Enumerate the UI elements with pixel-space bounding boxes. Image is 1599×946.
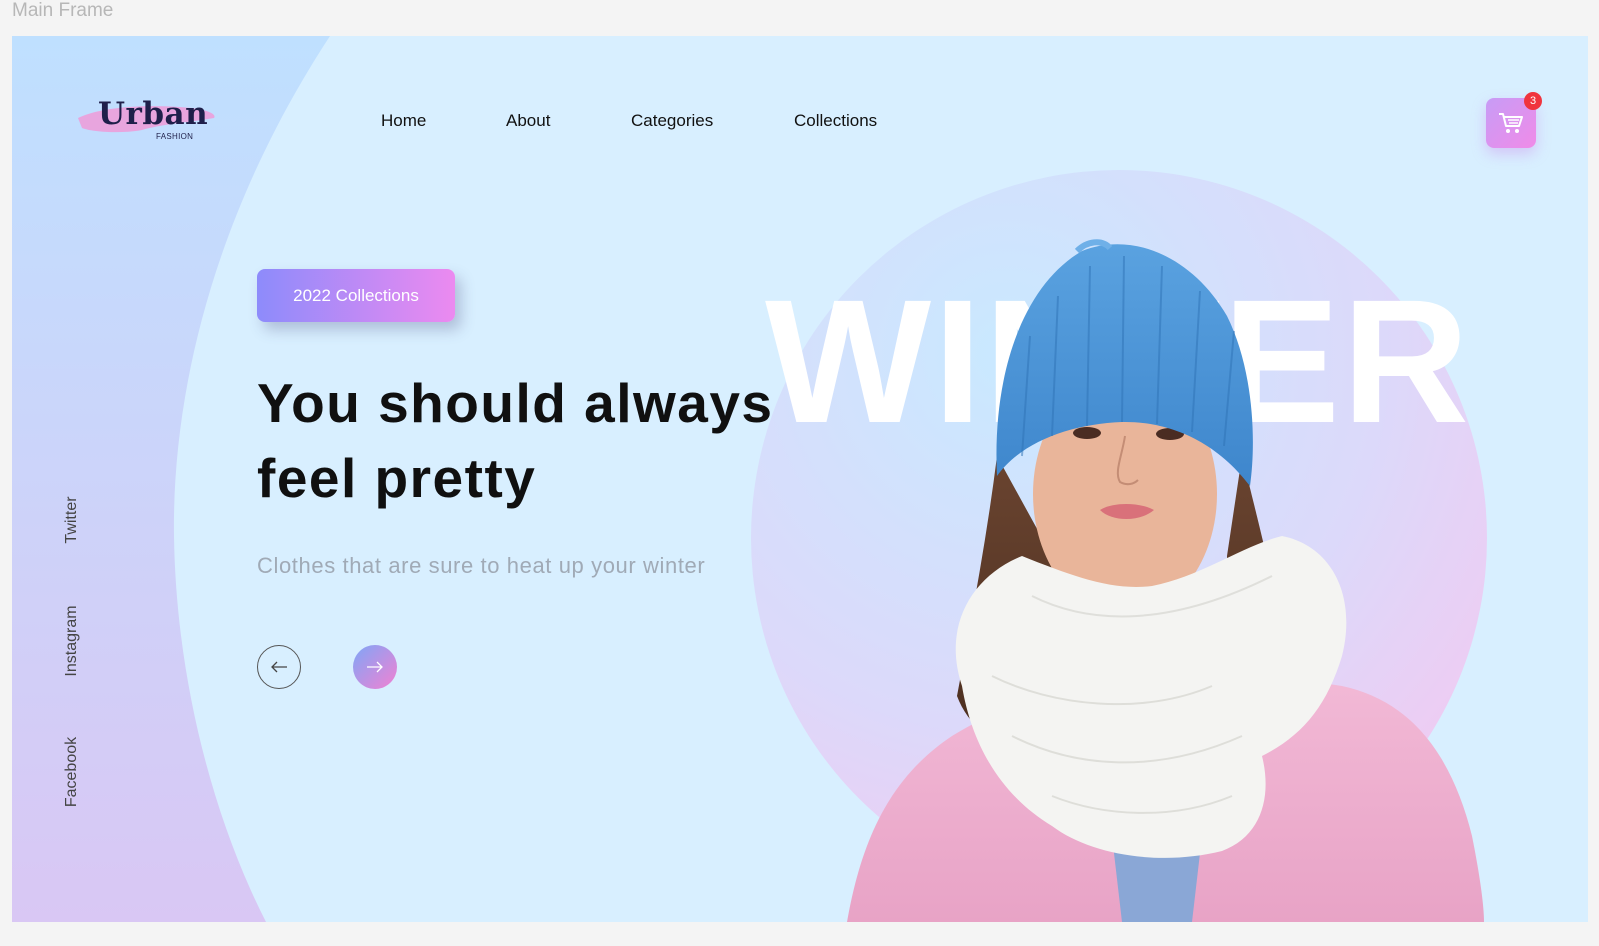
model-photo xyxy=(847,239,1484,922)
main-frame: Urban FASHION Home About Categories Coll… xyxy=(12,36,1588,922)
frame-title: Main Frame xyxy=(12,0,114,21)
